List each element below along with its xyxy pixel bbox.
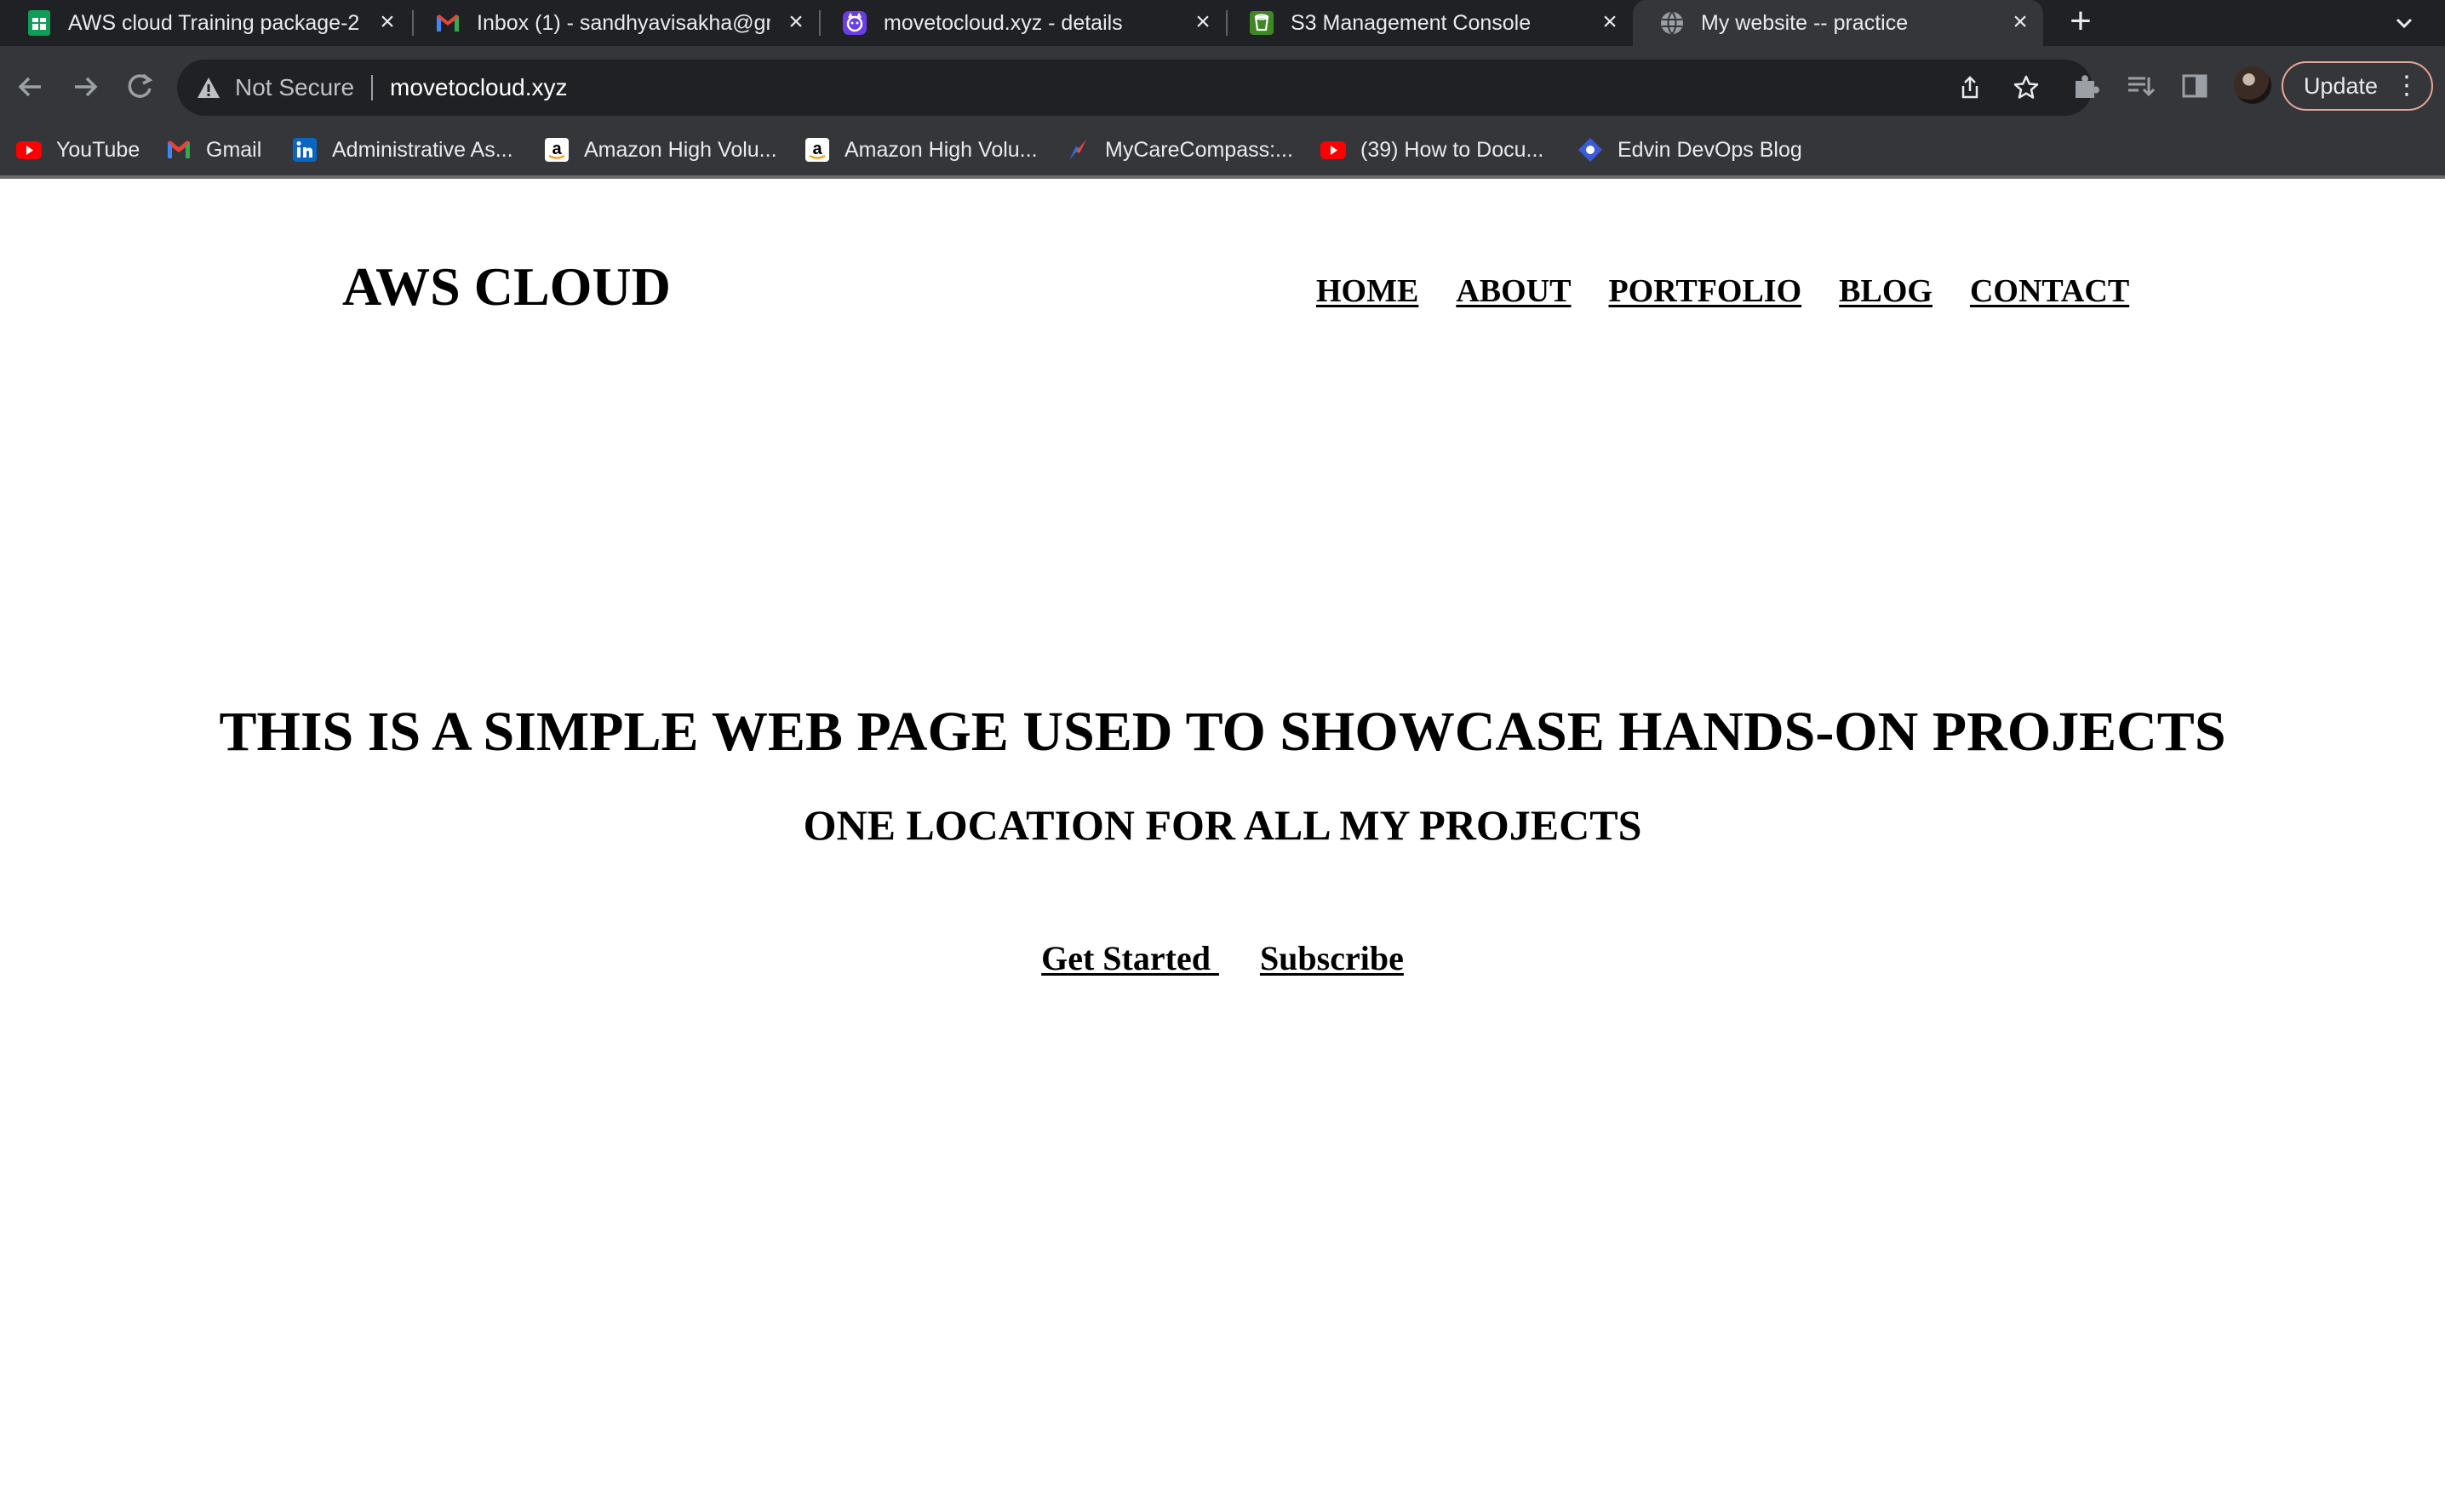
tab-gmail-inbox[interactable]: Inbox (1) - sandhyavisakha@gm × bbox=[409, 0, 817, 46]
google-sheets-icon bbox=[28, 10, 50, 36]
gmail-icon bbox=[437, 14, 459, 32]
bookmark-amazon-2[interactable]: a Amazon High Volu... bbox=[804, 124, 1038, 175]
bookmark-label: Amazon High Volu... bbox=[845, 137, 1038, 162]
hero-subtitle: ONE LOCATION FOR ALL MY PROJECTS bbox=[803, 801, 1642, 849]
blog-icon bbox=[1578, 138, 1602, 162]
tab-title: movetocloud.xyz - details bbox=[884, 11, 1123, 35]
get-started-link[interactable]: Get Started bbox=[1041, 938, 1219, 978]
tab-aws-training[interactable]: AWS cloud Training package-2 × bbox=[0, 0, 409, 46]
new-tab-button[interactable]: + bbox=[2064, 0, 2098, 46]
amazon-icon: a bbox=[545, 138, 569, 162]
bookmarks-bar: YouTube Gmail Administrative As... a Ama… bbox=[0, 124, 2445, 175]
cta-links: Get Started Subscribe bbox=[0, 938, 2445, 978]
nav-link-about[interactable]: ABOUT bbox=[1456, 272, 1571, 310]
nav-link-blog[interactable]: BLOG bbox=[1839, 272, 1933, 310]
side-panel-icon[interactable] bbox=[2179, 71, 2210, 101]
tab-title: Inbox (1) - sandhyavisakha@gm bbox=[477, 11, 770, 35]
svg-text:a: a bbox=[812, 140, 822, 158]
nav-link-contact[interactable]: CONTACT bbox=[1970, 272, 2129, 310]
reload-icon[interactable] bbox=[121, 68, 158, 106]
bookmark-amazon-1[interactable]: a Amazon High Volu... bbox=[543, 124, 777, 175]
security-status-label[interactable]: Not Secure bbox=[235, 60, 354, 116]
bookmark-gmail[interactable]: Gmail bbox=[165, 124, 261, 175]
bookmark-edvin-blog[interactable]: Edvin DevOps Blog bbox=[1577, 124, 1802, 175]
bookmark-label: Amazon High Volu... bbox=[584, 137, 777, 162]
web-page: AWS CLOUD HOME ABOUT PORTFOLIO BLOG CONT… bbox=[0, 179, 2445, 1512]
forward-arrow-icon[interactable] bbox=[66, 68, 104, 106]
tab-my-website[interactable]: My website -- practice × bbox=[1633, 0, 2043, 46]
share-icon[interactable] bbox=[1956, 74, 1984, 101]
bookmark-label: (39) How to Docu... bbox=[1360, 137, 1544, 162]
bookmark-youtube[interactable]: YouTube bbox=[15, 124, 140, 175]
site-logo: AWS CLOUD bbox=[342, 256, 671, 317]
hero-title: THIS IS A SIMPLE WEB PAGE USED TO SHOWCA… bbox=[219, 701, 2226, 763]
tab-title: My website -- practice bbox=[1701, 11, 1909, 35]
close-icon[interactable]: × bbox=[2007, 0, 2033, 46]
amazon-icon: a bbox=[805, 138, 829, 162]
globe-icon bbox=[1661, 11, 1683, 35]
address-bar[interactable]: Not Secure movetocloud.xyz bbox=[177, 60, 2093, 116]
address-separator bbox=[371, 75, 373, 100]
subscribe-link[interactable]: Subscribe bbox=[1260, 938, 1404, 978]
tab-strip: AWS cloud Training package-2 × Inbox (1)… bbox=[0, 0, 2445, 46]
bookmark-label: Administrative As... bbox=[332, 137, 513, 162]
warning-triangle-icon bbox=[198, 77, 220, 98]
tab-title: AWS cloud Training package-2 bbox=[68, 11, 360, 35]
bookmark-label: MyCareCompass:... bbox=[1105, 137, 1293, 162]
nav-link-portfolio[interactable]: PORTFOLIO bbox=[1608, 272, 1801, 310]
linkedin-icon bbox=[293, 138, 317, 162]
tab-s3-console[interactable]: S3 Management Console × bbox=[1222, 0, 1631, 46]
gmail-icon bbox=[168, 140, 190, 158]
close-icon[interactable]: × bbox=[783, 0, 809, 46]
profile-avatar[interactable] bbox=[2234, 66, 2271, 104]
bookmark-youtube-how-to[interactable]: (39) How to Docu... bbox=[1320, 124, 1543, 175]
bookmark-label: YouTube bbox=[56, 137, 140, 162]
close-icon[interactable]: × bbox=[375, 0, 400, 46]
more-vertical-icon[interactable]: ⋮ bbox=[2394, 63, 2419, 109]
nav-link-home[interactable]: HOME bbox=[1316, 272, 1418, 310]
bookmark-label: Gmail bbox=[206, 137, 262, 162]
tab-search-chevron-icon[interactable] bbox=[2392, 0, 2416, 46]
aws-s3-icon bbox=[1250, 11, 1274, 35]
tab-title: S3 Management Console bbox=[1291, 11, 1532, 35]
bookmark-linkedin[interactable]: Administrative As... bbox=[291, 124, 513, 175]
close-icon[interactable]: × bbox=[1597, 0, 1623, 46]
tab-movetocloud-details[interactable]: movetocloud.xyz - details × bbox=[816, 0, 1224, 46]
youtube-icon bbox=[1320, 141, 1346, 159]
update-button[interactable]: Update ⋮ bbox=[2282, 61, 2433, 111]
bookmark-star-icon[interactable] bbox=[2013, 74, 2040, 101]
url-text[interactable]: movetocloud.xyz bbox=[390, 60, 568, 116]
update-label: Update bbox=[2304, 73, 2379, 99]
mycarecompass-icon bbox=[1069, 140, 1086, 160]
site-nav: HOME ABOUT PORTFOLIO BLOG CONTACT bbox=[1316, 272, 2129, 310]
back-arrow-icon[interactable] bbox=[12, 68, 49, 106]
youtube-icon bbox=[16, 141, 42, 159]
reading-list-icon[interactable] bbox=[2125, 71, 2156, 101]
domain-registrar-icon bbox=[843, 11, 867, 35]
bookmark-mycarecompass[interactable]: MyCareCompass:... bbox=[1064, 124, 1293, 175]
extensions-puzzle-icon[interactable] bbox=[2070, 71, 2101, 101]
bookmark-label: Edvin DevOps Blog bbox=[1618, 137, 1802, 162]
svg-text:a: a bbox=[552, 140, 562, 158]
close-icon[interactable]: × bbox=[1190, 0, 1216, 46]
